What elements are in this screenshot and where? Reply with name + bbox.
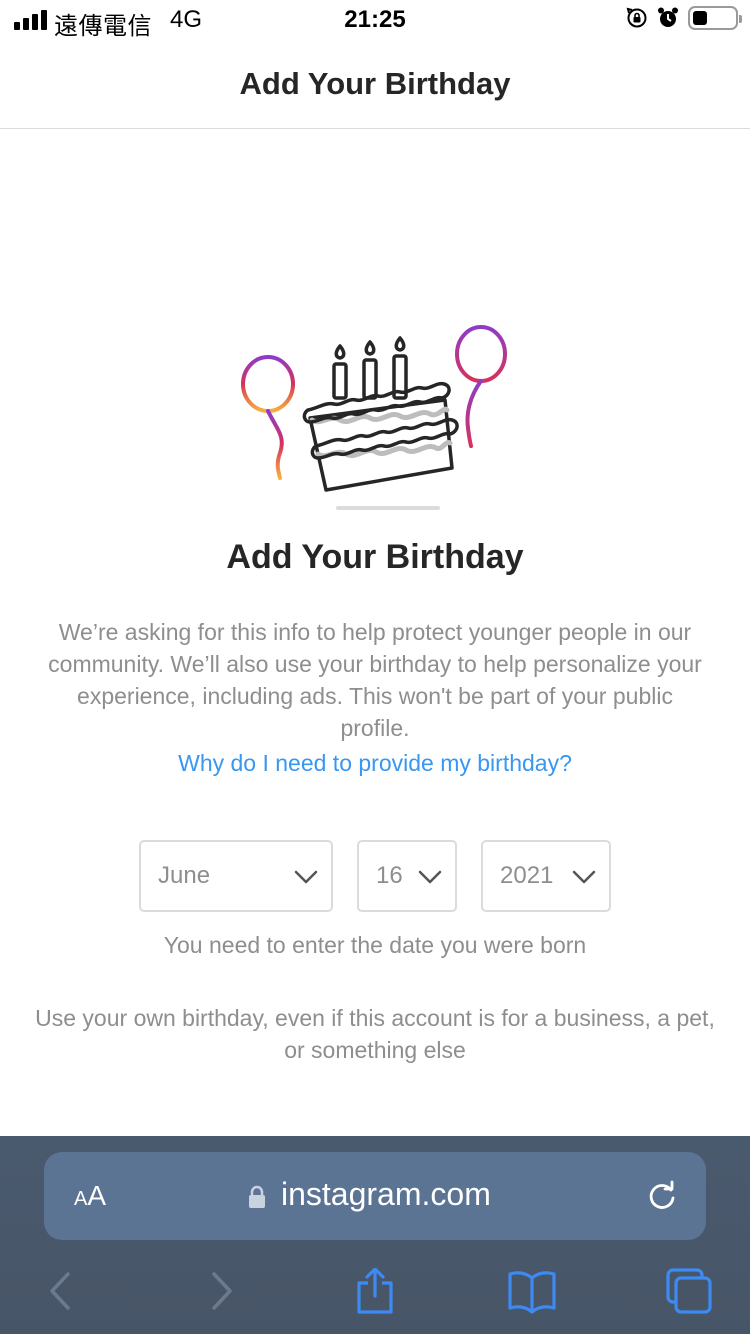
main-title: Add Your Birthday xyxy=(226,538,524,576)
tabs-icon[interactable] xyxy=(664,1268,714,1314)
browser-toolbar: AA instagram.com xyxy=(0,1136,750,1334)
year-select[interactable]: 2021 xyxy=(481,840,611,912)
birthday-description: We’re asking for this info to help prote… xyxy=(48,619,702,741)
birthday-note: Use your own birthday, even if this acco… xyxy=(35,1005,715,1063)
status-bar: 遠傳電信 4G 21:25 xyxy=(0,0,750,40)
text-size-button[interactable]: AA xyxy=(74,1180,106,1212)
lock-icon xyxy=(249,1185,265,1208)
url-text[interactable]: instagram.com xyxy=(281,1176,491,1213)
status-icons xyxy=(626,6,742,30)
battery-icon xyxy=(688,6,742,30)
forward-icon[interactable] xyxy=(196,1268,246,1314)
month-select[interactable]: June xyxy=(139,840,333,912)
alarm-icon xyxy=(658,7,678,27)
page-header: Add Your Birthday xyxy=(0,40,750,129)
birthday-cake-with-balloons-icon xyxy=(241,325,507,510)
back-icon[interactable] xyxy=(36,1268,86,1314)
chevron-down-icon xyxy=(572,870,596,884)
day-select[interactable]: 16 xyxy=(357,840,457,912)
header-title: Add Your Birthday xyxy=(239,66,511,101)
month-value: June xyxy=(158,862,211,889)
chevron-down-icon xyxy=(418,870,442,884)
address-bar[interactable]: AA instagram.com xyxy=(44,1152,706,1240)
chevron-down-icon xyxy=(294,870,318,884)
day-value: 16 xyxy=(376,862,403,889)
orientation-lock-icon xyxy=(626,7,647,28)
bookmarks-icon[interactable] xyxy=(507,1268,557,1314)
year-value: 2021 xyxy=(500,862,554,889)
reload-icon[interactable] xyxy=(644,1178,680,1214)
birthday-hint: You need to enter the date you were born xyxy=(163,932,587,958)
share-icon[interactable] xyxy=(350,1268,400,1314)
why-birthday-link[interactable]: Why do I need to provide my birthday? xyxy=(0,750,750,777)
